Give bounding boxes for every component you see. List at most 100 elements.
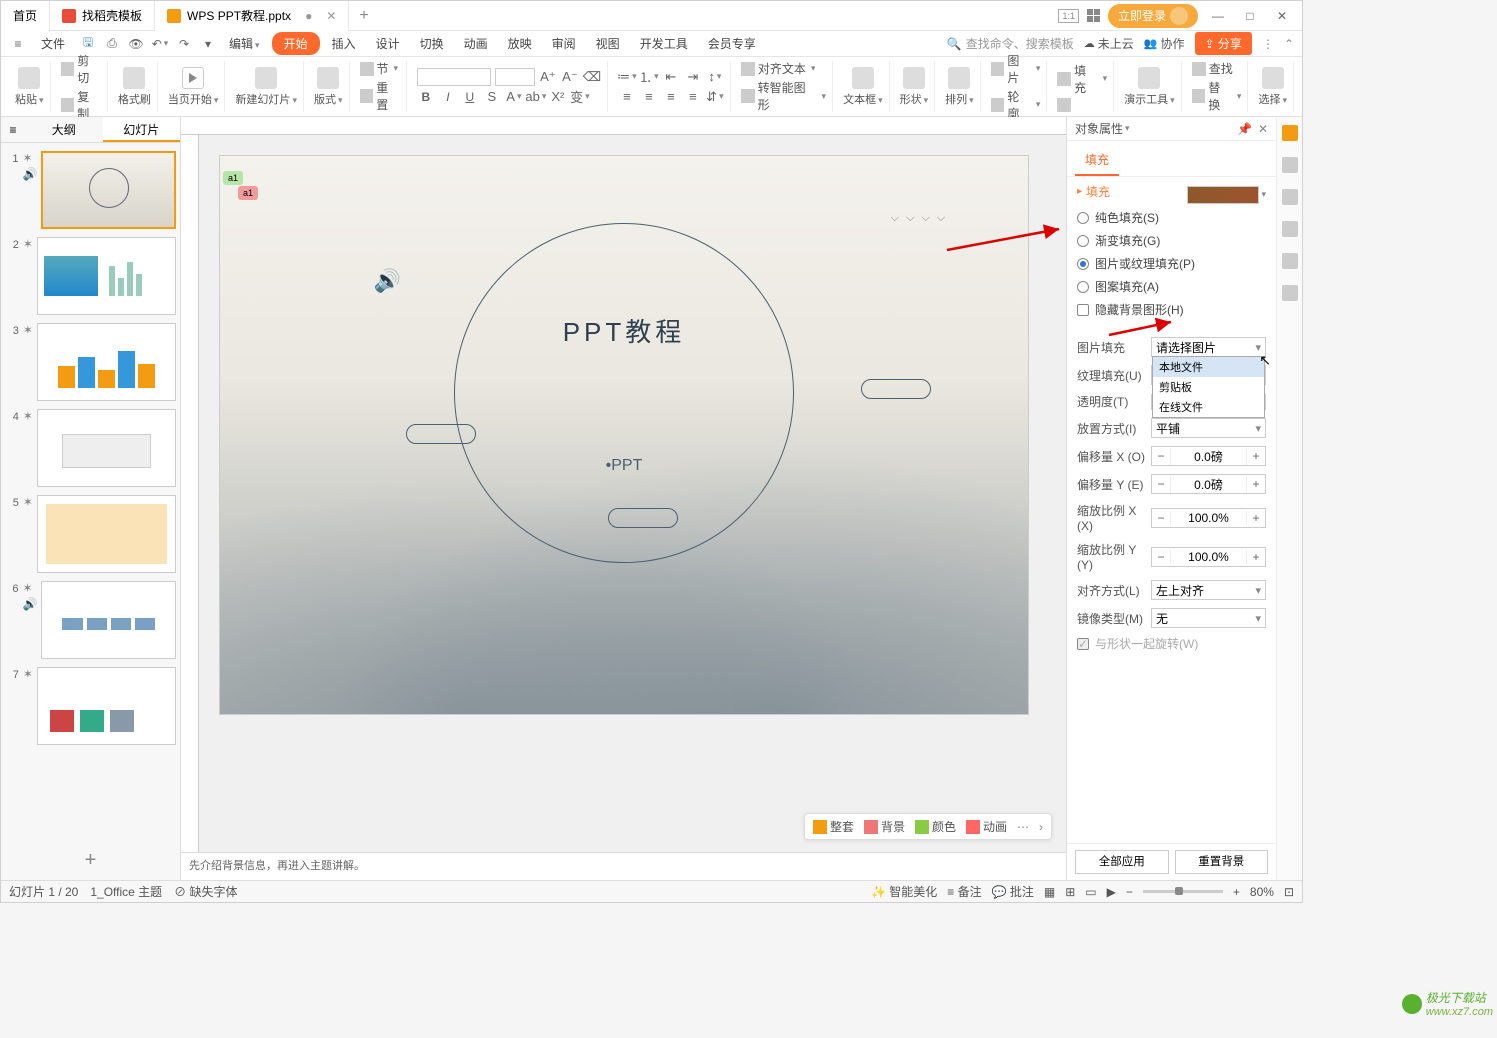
increase-button[interactable]: + <box>1247 449 1265 463</box>
smart-graphic-button[interactable]: 转智能图形 <box>741 79 826 113</box>
change-case-button[interactable]: 变 <box>571 88 589 106</box>
offset-y-value[interactable]: 0.0磅 <box>1170 476 1247 493</box>
find-button[interactable]: 查找 <box>1192 60 1242 77</box>
menu-view[interactable]: 视图 <box>588 32 628 55</box>
menu-transition[interactable]: 切换 <box>412 32 452 55</box>
notes-toggle[interactable]: ≡ 备注 <box>947 883 981 900</box>
menu-slideshow[interactable]: 放映 <box>500 32 540 55</box>
replace-button[interactable]: 替换 <box>1192 79 1242 113</box>
bold-button[interactable]: B <box>417 88 435 106</box>
sorter-view-icon[interactable]: ⊞ <box>1065 885 1075 899</box>
horizontal-ruler[interactable] <box>181 117 1066 135</box>
design-background-button[interactable]: 背景 <box>864 818 905 835</box>
command-search[interactable]: 🔍 查找命令、搜索模板 <box>947 35 1074 52</box>
arrange-button[interactable]: 排列 <box>945 67 974 107</box>
slide-thumbnail-7[interactable] <box>37 667 176 745</box>
design-more-button[interactable]: ⋯ <box>1017 820 1029 834</box>
redo-button[interactable]: ↷ <box>175 35 193 53</box>
fit-to-window-button[interactable]: ⊡ <box>1284 885 1294 899</box>
notes-pane[interactable]: 先介绍背景信息，再进入主题讲解。 <box>181 852 1066 880</box>
menu-review[interactable]: 审阅 <box>544 32 584 55</box>
menu-member[interactable]: 会员专享 <box>700 32 764 55</box>
tool-icon[interactable] <box>1282 285 1298 301</box>
minimize-button[interactable]: — <box>1206 9 1230 23</box>
increase-button[interactable]: + <box>1247 550 1265 564</box>
tab-add-button[interactable]: + <box>349 7 378 25</box>
current-slide[interactable]: PPT教程 •PPT 🔊 ⌵ ⌵ ⌵ ⌵ a1 a1 <box>219 155 1029 715</box>
slide-thumbnail-5[interactable] <box>37 495 176 573</box>
tab-document[interactable]: WPS PPT教程.pptx●✕ <box>155 1 349 31</box>
scale-x-value[interactable]: 100.0% <box>1170 511 1247 525</box>
expand-ribbon-icon[interactable]: ⌃ <box>1284 37 1294 51</box>
decrease-button[interactable]: − <box>1152 449 1170 463</box>
vertical-ruler[interactable] <box>181 135 199 852</box>
mirror-type-select[interactable]: 无 <box>1151 608 1266 628</box>
zoom-in-button[interactable]: + <box>1233 885 1240 899</box>
select-tool-icon[interactable] <box>1282 125 1298 141</box>
tab-templates[interactable]: 找稻壳模板 <box>50 1 155 31</box>
picture-texture-fill-radio[interactable]: 图片或纹理填充(P) <box>1077 252 1266 275</box>
cloud-status[interactable]: ☁ 未上云 <box>1084 35 1134 52</box>
justify-button[interactable]: ≡ <box>684 88 702 106</box>
fill-section-header[interactable]: 填充 <box>1077 183 1110 200</box>
theme-name[interactable]: 1_Office 主题 <box>90 883 162 900</box>
design-whole-set-button[interactable]: 整套 <box>813 818 854 835</box>
present-from-current-button[interactable]: 当页开始 <box>168 67 219 107</box>
smart-beautify-button[interactable]: ✨ 智能美化 <box>871 883 937 900</box>
select-button[interactable]: 选择 <box>1258 67 1287 107</box>
paste-button[interactable]: 粘贴 <box>15 67 44 107</box>
panel-menu-icon[interactable]: ≡ <box>1 117 25 142</box>
underline-button[interactable]: U <box>461 88 479 106</box>
shapes-button[interactable]: 形状 <box>900 67 929 107</box>
layout-button[interactable]: 版式 <box>314 67 343 107</box>
menu-edit[interactable]: 编辑 <box>221 32 268 55</box>
highlight-button[interactable]: ab <box>527 88 545 106</box>
clear-format-button[interactable]: ⌫ <box>583 68 601 86</box>
collab-button[interactable]: 👥 协作 <box>1144 35 1185 52</box>
fill-button[interactable]: 填充 <box>1057 62 1107 96</box>
new-slide-button[interactable]: 新建幻灯片 <box>235 67 297 107</box>
menu-icon[interactable]: ≡ <box>9 35 27 53</box>
slide-thumbnails[interactable]: 1✶🔊 2✶ 3✶ 4✶ 5✶ 6✶🔊 7✶ <box>1 143 180 841</box>
numbering-button[interactable]: ⒈ <box>640 68 658 86</box>
tool-icon[interactable] <box>1282 253 1298 269</box>
decrease-button[interactable]: − <box>1152 550 1170 564</box>
text-direction-button[interactable]: ⇵ <box>706 88 724 106</box>
reset-button[interactable]: 重置 <box>360 79 400 113</box>
format-painter-button[interactable]: 格式刷 <box>118 67 151 107</box>
slide-title[interactable]: PPT教程 <box>563 312 686 349</box>
dropdown-item-local-file[interactable]: 本地文件 <box>1153 357 1264 377</box>
more-menu-icon[interactable]: ⋮ <box>1262 37 1274 51</box>
tile-mode-select[interactable]: 平铺 <box>1151 418 1266 438</box>
comment-bubble[interactable]: a1 <box>223 171 243 185</box>
close-button[interactable]: ✕ <box>1270 9 1294 23</box>
comments-toggle[interactable]: 💬 批注 <box>992 883 1034 900</box>
tool-icon[interactable] <box>1282 221 1298 237</box>
quick-style-button[interactable] <box>1057 98 1107 112</box>
bullets-button[interactable]: ≔ <box>618 68 636 86</box>
texture-swatch[interactable] <box>1187 186 1259 204</box>
hide-bg-checkbox[interactable]: 隐藏背景图形(H) <box>1077 298 1266 321</box>
share-button[interactable]: ⇪ 分享 <box>1195 32 1252 55</box>
font-size-select[interactable] <box>495 68 535 86</box>
print-icon[interactable]: ⎙ <box>103 35 121 53</box>
picture-source-select[interactable]: 请选择图片 本地文件 剪贴板 在线文件 ↖ <box>1151 337 1266 357</box>
presentation-tools-button[interactable]: 演示工具 <box>1124 67 1175 107</box>
slide-thumbnail-3[interactable] <box>37 323 176 401</box>
pin-icon[interactable]: 📌 <box>1237 122 1252 136</box>
design-animation-button[interactable]: 动画 <box>966 818 1007 835</box>
layout-icon[interactable]: 1:1 <box>1058 9 1079 23</box>
decrease-button[interactable]: − <box>1152 477 1170 491</box>
zoom-out-button[interactable]: − <box>1126 885 1133 899</box>
reset-background-button[interactable]: 重置背景 <box>1175 850 1269 874</box>
decrease-font-button[interactable]: A⁻ <box>561 68 579 86</box>
menu-devtools[interactable]: 开发工具 <box>632 32 696 55</box>
increase-indent-button[interactable]: ⇥ <box>684 68 702 86</box>
tool-icon[interactable] <box>1282 157 1298 173</box>
section-button[interactable]: 节 <box>360 60 400 77</box>
align-type-select[interactable]: 左上对齐 <box>1151 580 1266 600</box>
zoom-slider[interactable] <box>1143 890 1223 893</box>
zoom-level[interactable]: 80% <box>1250 885 1274 899</box>
solid-fill-radio[interactable]: 纯色填充(S) <box>1077 206 1266 229</box>
menu-insert[interactable]: 插入 <box>324 32 364 55</box>
